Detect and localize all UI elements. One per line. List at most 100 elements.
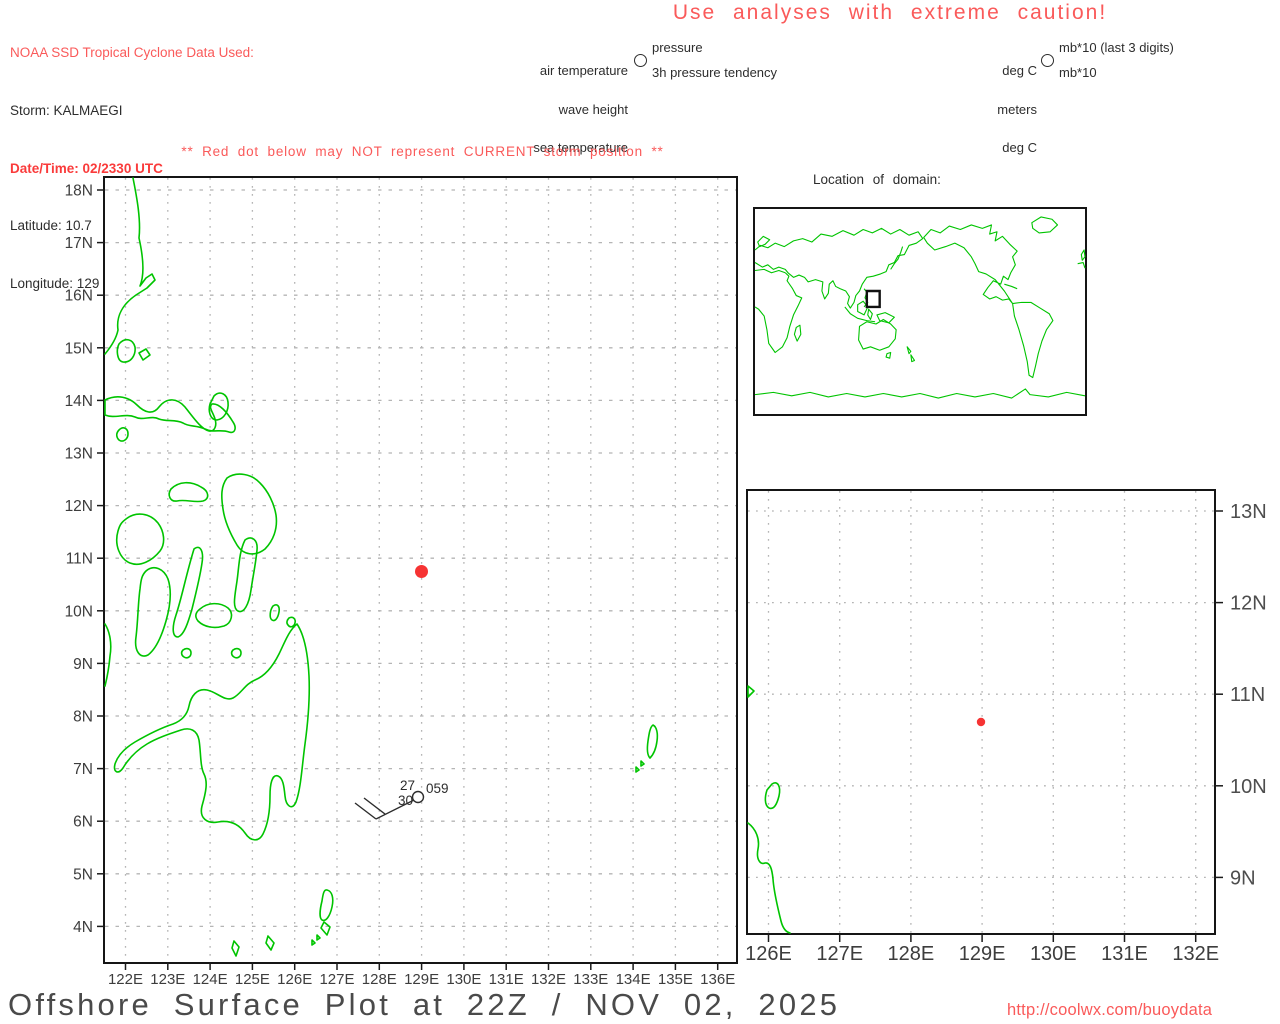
world-coastline	[755, 389, 1085, 398]
lat-axis-label: 12N	[65, 498, 93, 515]
header-datetime: Date/Time: 02/2330 UTC	[10, 160, 163, 176]
world-coastline	[1004, 284, 1017, 289]
world-map-canvas	[755, 209, 1085, 414]
lon-axis-label: 133E	[573, 971, 608, 988]
units-legend-left-column: deg C meters deg C	[900, 40, 1037, 167]
lat-axis-label: 9N	[1230, 867, 1256, 889]
world-coastline	[794, 325, 800, 341]
right_map-canvas: 126E 127E 128E 129E 130E 131E 132E 9N 10N 11N 12N 1…	[745, 491, 1267, 965]
legend-degc-bottom-label: deg C	[1002, 139, 1037, 155]
world-coastline	[1081, 250, 1085, 260]
lon-axis-label: 127E	[319, 971, 354, 988]
coastline	[265, 935, 275, 951]
lat-axis-label: 7N	[73, 761, 93, 778]
coastline	[168, 481, 209, 503]
legend-meters-label: meters	[997, 101, 1037, 117]
world-coastline	[1078, 263, 1085, 269]
world-coastline	[1032, 217, 1058, 233]
coastline	[646, 724, 659, 759]
coastline	[138, 348, 151, 361]
storm-position-dot	[415, 565, 428, 578]
lon-axis-label: 130E	[446, 971, 481, 988]
storm-position-warning: ** Red dot below may NOT represent CURRE…	[181, 144, 664, 159]
legend-degc-top-label: deg C	[1002, 63, 1037, 79]
station-circle-icon	[634, 54, 647, 67]
lat-axis-label: 4N	[73, 919, 93, 936]
inset-title: Location of domain:	[813, 172, 941, 187]
coastline	[115, 513, 165, 566]
lat-axis-label: 13N	[1230, 501, 1267, 523]
world-coastline	[859, 319, 897, 350]
lat-axis-label: 11N	[1230, 684, 1265, 706]
header-source-line: NOAA SSD Tropical Cyclone Data Used:	[10, 45, 254, 61]
domain-rectangle	[867, 291, 880, 307]
main-map: 122E 123E 124E 125E 126E 127E 128E 129E 130E 131E…	[65, 176, 738, 988]
coastline	[319, 889, 334, 922]
legend-wave-height-label: wave height	[558, 101, 628, 117]
coastline	[180, 647, 192, 659]
coastline	[115, 427, 129, 442]
lat-axis-label: 5N	[73, 866, 93, 883]
coastline	[134, 567, 171, 657]
zoom-map: 126E 127E 128E 129E 130E 131E 132E 9N 10N 11N 12N 1…	[745, 489, 1267, 965]
lat-axis-label: 9N	[73, 656, 93, 673]
lon-axis-label: 130E	[1030, 943, 1077, 965]
lon-axis-label: 135E	[658, 971, 693, 988]
lon-axis-label: 131E	[1101, 943, 1148, 965]
world-coastline	[758, 236, 770, 246]
lat-axis-label: 8N	[73, 709, 93, 726]
world-coastline	[886, 353, 891, 359]
lat-axis-label: 17N	[65, 235, 93, 252]
coastline	[116, 338, 136, 363]
world-coastline	[755, 228, 923, 308]
coastline	[104, 623, 112, 687]
lon-axis-label: 126E	[745, 943, 792, 965]
lon-axis-label: 136E	[700, 971, 735, 988]
world-map	[753, 207, 1087, 416]
lon-axis-label: 131E	[489, 971, 524, 988]
lat-axis-label: 16N	[65, 288, 93, 305]
coastline	[747, 685, 755, 698]
coastline	[104, 396, 236, 434]
lat-axis-label: 10N	[1230, 776, 1267, 798]
lon-axis-label: 125E	[235, 971, 270, 988]
lat-axis-label: 15N	[65, 340, 93, 357]
lon-axis-label: 134E	[616, 971, 651, 988]
source-url: http://coolwx.com/buoydata	[1007, 1001, 1213, 1019]
units-circle-icon	[1041, 54, 1054, 67]
lat-axis-label: 18N	[65, 183, 93, 200]
coastline	[269, 604, 280, 622]
lon-axis-label: 132E	[531, 971, 566, 988]
station-sea-temp: 30	[398, 793, 413, 808]
lon-axis-label: 123E	[150, 971, 185, 988]
lat-axis-label: 10N	[65, 603, 93, 620]
legend-pressure-label: pressure	[652, 40, 703, 55]
legend-air-temperature-label: air temperature	[539, 63, 628, 79]
legend-pressure-tendency-label: 3h pressure tendency	[652, 65, 778, 80]
coastline	[311, 934, 321, 946]
main_map-canvas: 122E 123E 124E 125E 126E 127E 128E 129E 130E 131E…	[65, 177, 736, 988]
coastline	[635, 760, 645, 773]
lat-axis-label: 12N	[1230, 593, 1267, 615]
lon-axis-label: 129E	[959, 943, 1006, 965]
world-coastline	[924, 225, 1017, 304]
lon-axis-label: 128E	[888, 943, 935, 965]
coastline	[764, 782, 781, 810]
plot-title: Offshore Surface Plot at 22Z / NOV 02, 2…	[8, 987, 841, 1022]
world-coastline	[868, 309, 873, 319]
legend-mb10-label: mb*10	[1059, 65, 1097, 80]
header-storm-name: Storm: KALMAEGI	[10, 103, 123, 119]
coastline	[172, 546, 204, 638]
coastline	[233, 537, 258, 613]
storm-position-dot	[976, 717, 986, 727]
coastline	[231, 940, 240, 957]
lon-axis-label: 122E	[108, 971, 143, 988]
world-coastline	[1013, 302, 1053, 377]
lat-axis-label: 14N	[65, 393, 93, 410]
station-pressure: 059	[426, 781, 449, 796]
lon-axis-label: 129E	[404, 971, 439, 988]
lat-axis-label: 11N	[66, 551, 93, 568]
lon-axis-label: 124E	[193, 971, 228, 988]
coastline	[104, 177, 156, 355]
coastline	[230, 647, 242, 659]
